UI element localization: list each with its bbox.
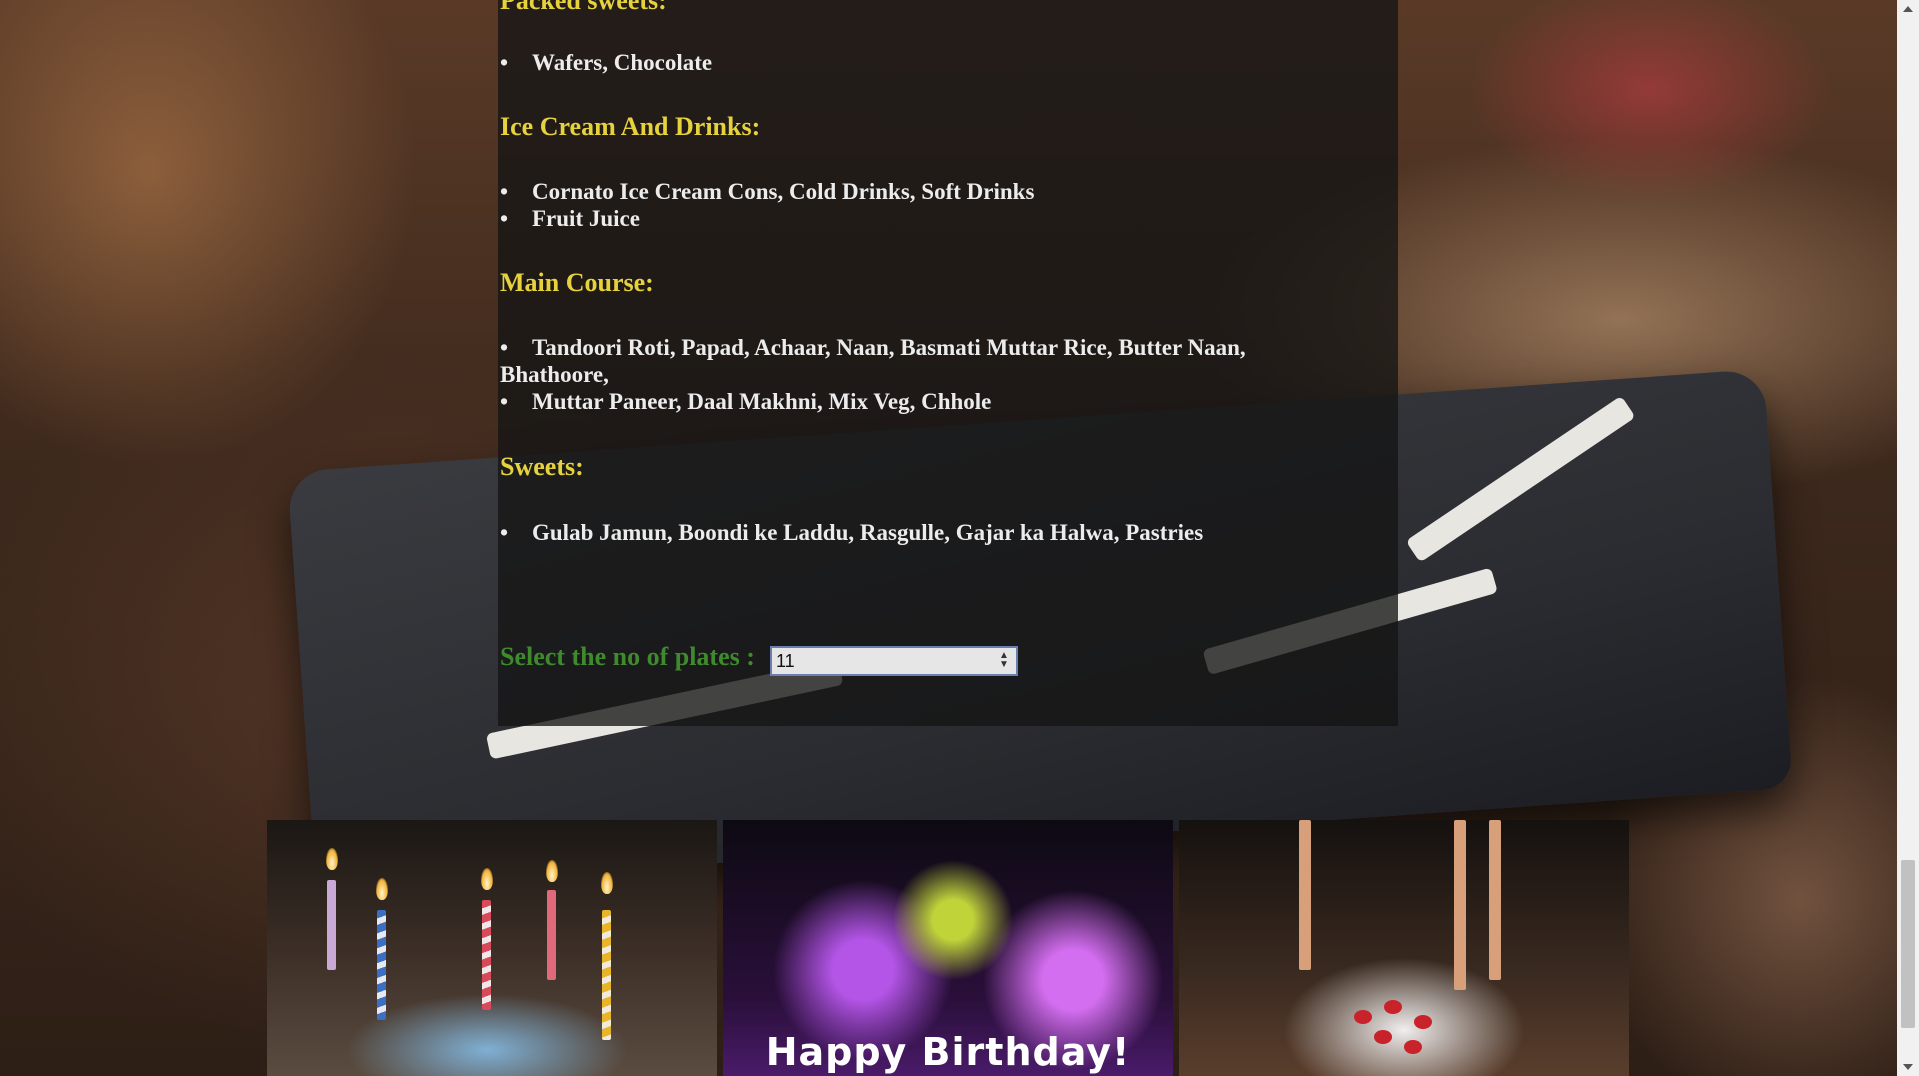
plates-label: Select the no of plates :	[500, 642, 755, 671]
menu-item-text: Fruit Juice	[532, 206, 640, 231]
spinner-arrows-icon[interactable]: ▲ ▼	[998, 651, 1010, 671]
cupcakes-candles-image	[267, 820, 717, 1076]
menu-item: • Wafers, Chocolate	[500, 49, 1320, 76]
bullet: •	[500, 520, 509, 545]
birthday-cake-image	[1179, 820, 1629, 1076]
menu-item-text: Wafers, Chocolate	[532, 50, 713, 75]
plates-value: 11	[776, 651, 795, 671]
section-heading-ice-cream: Ice Cream And Drinks:	[500, 112, 761, 141]
scroll-down-arrow-icon[interactable]	[1903, 1064, 1913, 1070]
scroll-up-arrow-icon[interactable]	[1903, 6, 1913, 12]
vertical-scrollbar[interactable]	[1897, 0, 1919, 1076]
menu-item: • Fruit Juice	[500, 205, 1320, 232]
section-heading-main-course: Main Course:	[500, 268, 654, 297]
menu-item: • Tandoori Roti, Papad, Achaar, Naan, Bas…	[500, 334, 1320, 388]
menu-item-text: Tandoori Roti, Papad, Achaar, Naan, Basm…	[500, 335, 1246, 387]
bullet: •	[500, 389, 509, 414]
menu-item: • Muttar Paneer, Daal Makhni, Mix Veg, Ch…	[500, 388, 1320, 415]
menu-item-text: Cornato Ice Cream Cons, Cold Drinks, Sof…	[532, 179, 1035, 204]
section-heading-packed-sweets: Packed sweets:	[500, 0, 667, 15]
bullet: •	[500, 335, 509, 360]
bullet: •	[500, 206, 509, 231]
menu-item-text: Gulab Jamun, Boondi ke Laddu, Rasgulle, …	[532, 520, 1204, 545]
section-heading-sweets: Sweets:	[500, 452, 584, 481]
menu-item: • Gulab Jamun, Boondi ke Laddu, Rasgulle,…	[500, 519, 1320, 546]
scrollbar-thumb[interactable]	[1901, 860, 1915, 1028]
bullet: •	[500, 50, 509, 75]
bullet: •	[500, 179, 509, 204]
menu-item: • Cornato Ice Cream Cons, Cold Drinks, So…	[500, 178, 1320, 205]
plates-number-input[interactable]: 11 ▲ ▼	[770, 646, 1018, 676]
happy-birthday-bokeh-image: Happy Birthday!	[723, 820, 1173, 1076]
menu-item-text: Muttar Paneer, Daal Makhni, Mix Veg, Chh…	[532, 389, 992, 414]
happy-birthday-text: Happy Birthday!	[765, 1030, 1131, 1074]
